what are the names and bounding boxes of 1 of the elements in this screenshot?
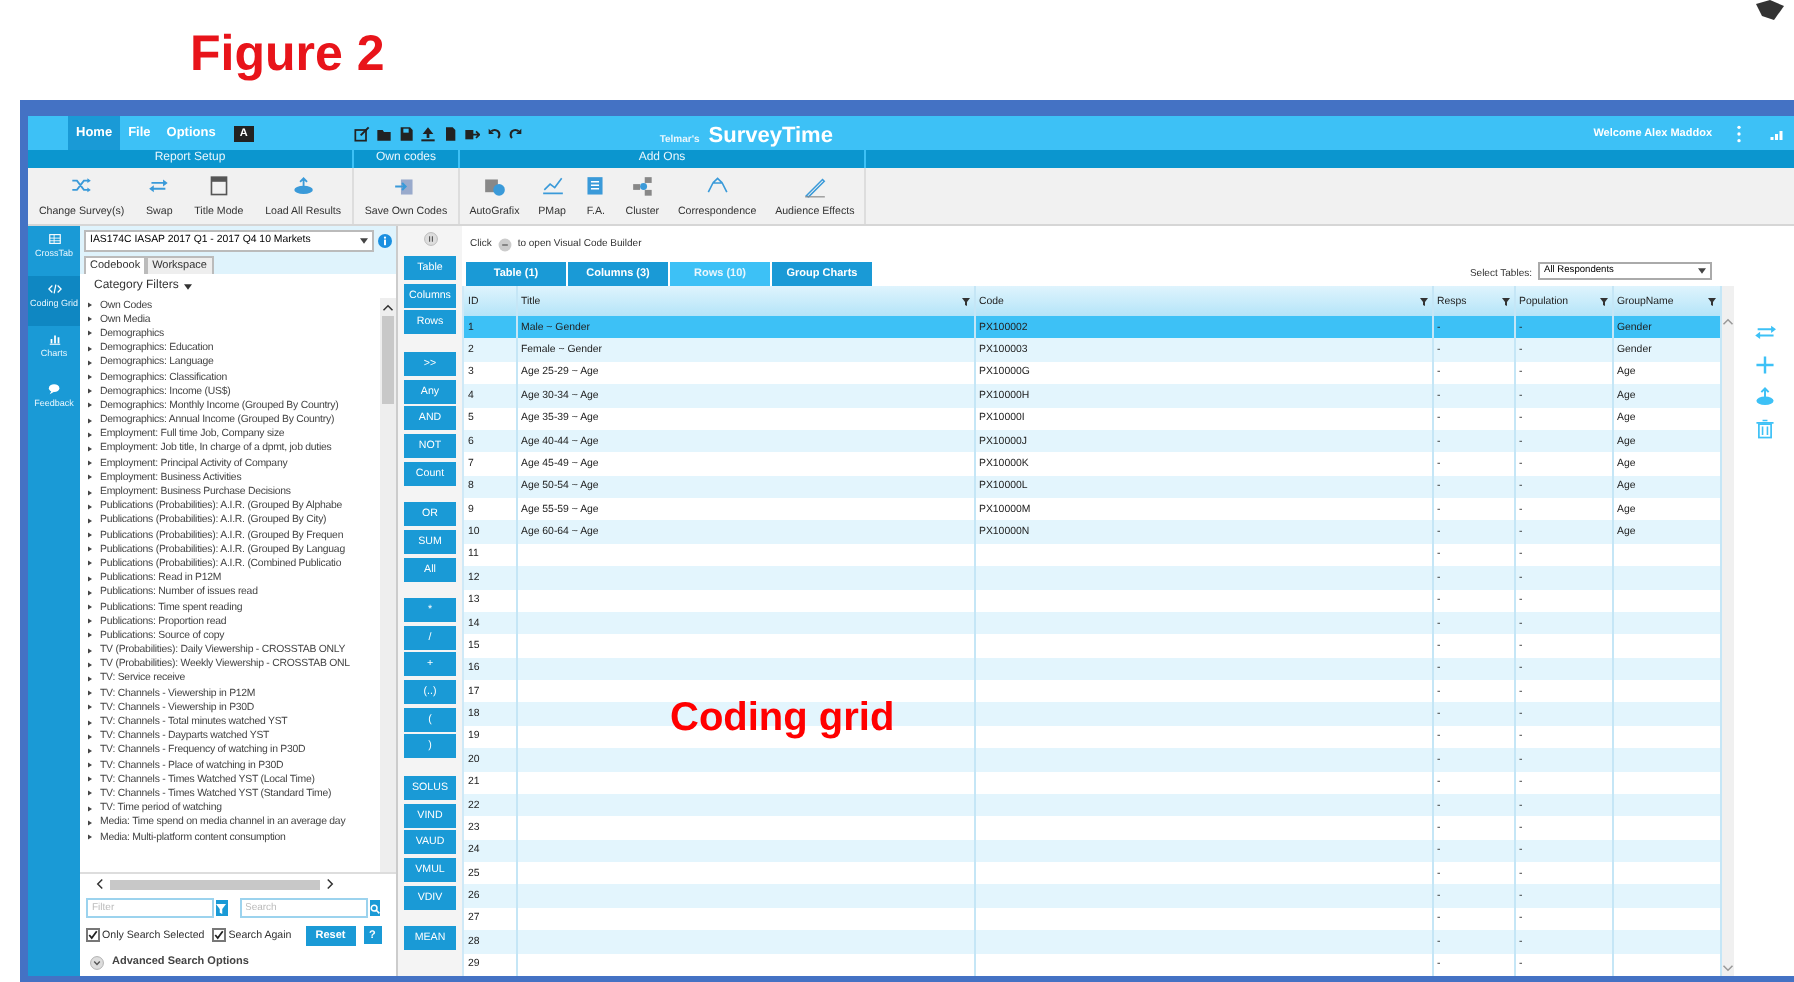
figure-title: Figure 2 (190, 26, 385, 84)
